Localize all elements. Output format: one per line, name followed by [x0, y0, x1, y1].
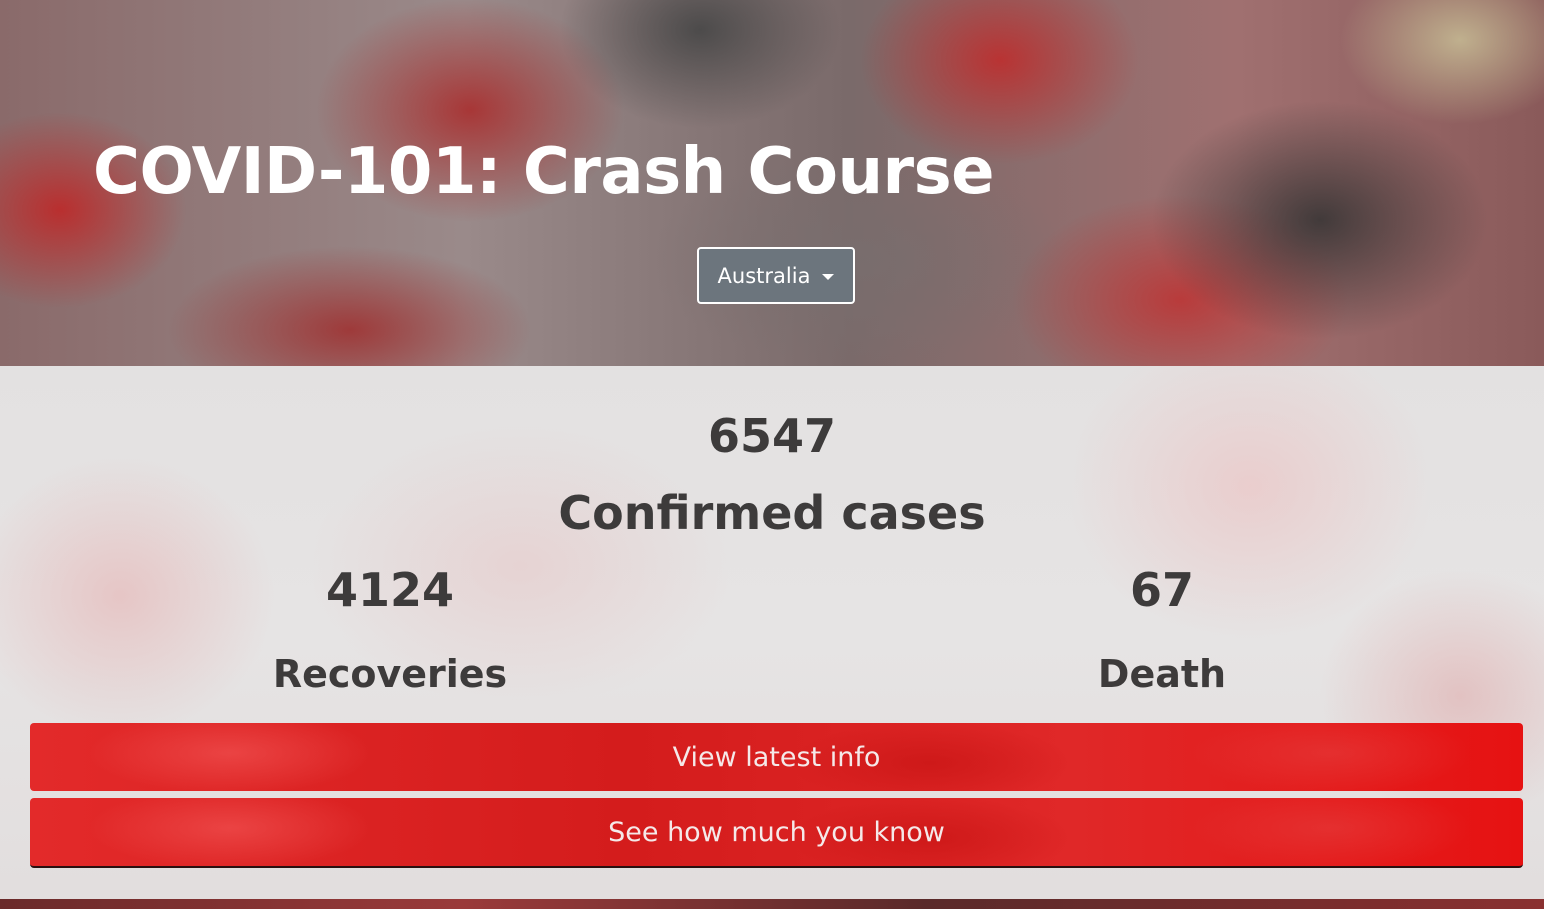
page: COVID-101: Crash Course Australia 6547 C…	[0, 0, 1544, 909]
caret-down-icon	[822, 273, 835, 280]
death-label: Death	[1097, 652, 1227, 696]
death-value: 67	[1129, 563, 1194, 617]
confirmed-cases-value: 6547	[707, 409, 837, 463]
hero-banner: COVID-101: Crash Course Australia	[0, 0, 1544, 366]
bottom-strip	[0, 899, 1544, 909]
page-title: COVID-101: Crash Course	[93, 135, 995, 209]
view-latest-info-button[interactable]: View latest info	[30, 723, 1523, 791]
see-how-much-you-know-button[interactable]: See how much you know	[30, 798, 1523, 868]
recoveries-label: Recoveries	[272, 652, 508, 696]
stats-panel: 6547 Confirmed cases 4124 Recoveries 67 …	[0, 366, 1544, 899]
country-dropdown-label: Australia	[717, 263, 811, 288]
recoveries-value: 4124	[325, 563, 455, 617]
country-dropdown[interactable]: Australia	[697, 247, 855, 304]
confirmed-cases-label: Confirmed cases	[558, 486, 986, 540]
